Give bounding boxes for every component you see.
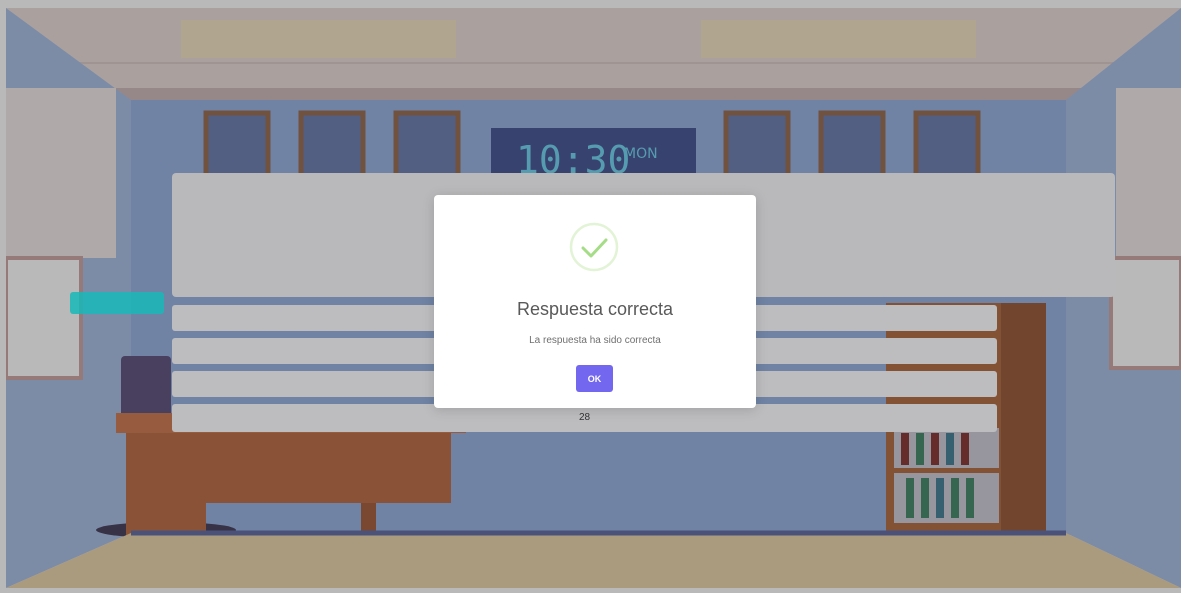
- ok-button[interactable]: OK: [576, 365, 613, 392]
- success-dialog: Respuesta correcta La respuesta ha sido …: [434, 195, 756, 408]
- side-action-button[interactable]: [70, 292, 164, 314]
- dialog-message: La respuesta ha sido correcta: [529, 335, 661, 346]
- answer-row-label: 28: [578, 412, 591, 423]
- success-check-icon: [569, 222, 619, 272]
- answer-row[interactable]: 28: [172, 406, 997, 432]
- dialog-title: Respuesta correcta: [516, 299, 674, 319]
